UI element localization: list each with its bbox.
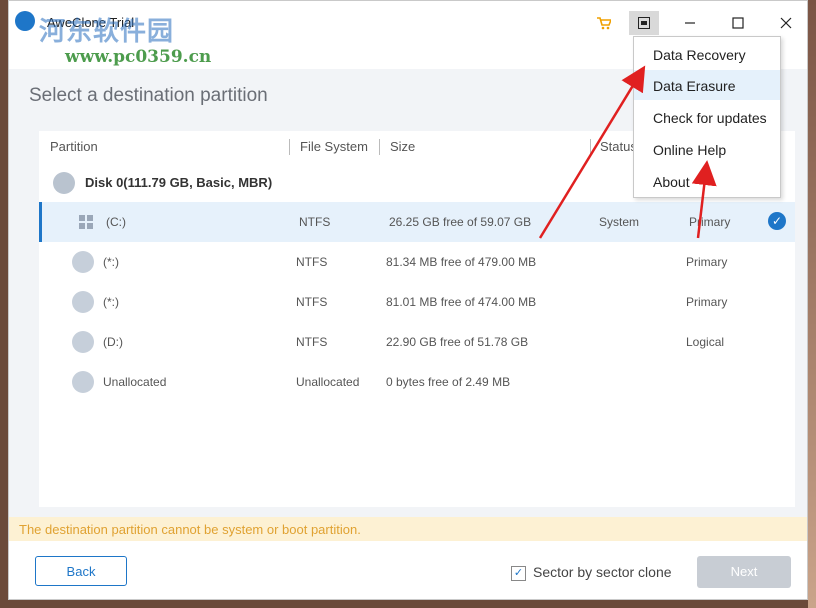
warning-bar: The destination partition cannot be syst…	[9, 517, 807, 541]
column-separator	[289, 139, 290, 155]
sector-clone-checkbox[interactable]: ✓	[511, 566, 526, 581]
sector-clone-label[interactable]: Sector by sector clone	[533, 564, 672, 580]
next-button[interactable]: Next	[697, 556, 791, 588]
partition-name: (D:)	[103, 335, 123, 349]
partition-type: Primary	[689, 215, 731, 229]
menu-item-label: Data Erasure	[653, 78, 736, 94]
column-header-partition: Partition	[50, 139, 98, 154]
windows-icon	[75, 211, 97, 233]
partition-file-system: NTFS	[296, 295, 328, 309]
partition-size: 0 bytes free of 2.49 MB	[386, 375, 511, 389]
partition-icon	[72, 291, 94, 313]
app-logo-icon	[15, 11, 35, 31]
partition-icon	[72, 331, 94, 353]
menu-icon[interactable]	[629, 11, 659, 35]
close-icon[interactable]	[771, 11, 801, 35]
page-title: Select a destination partition	[29, 85, 268, 106]
menu-item-label: Data Recovery	[653, 47, 746, 63]
back-button[interactable]: Back	[35, 556, 127, 586]
table-row[interactable]: (*:) NTFS 81.34 MB free of 479.00 MB Pri…	[39, 242, 795, 282]
menu-item-label: About	[653, 174, 690, 190]
watermark-text: 河东软件园	[39, 17, 175, 47]
watermark-url: www.pc0359.cn	[65, 47, 212, 67]
partition-type: Primary	[686, 295, 728, 309]
column-separator	[379, 139, 380, 155]
cart-icon[interactable]	[589, 11, 619, 35]
table-row[interactable]: (*:) NTFS 81.01 MB free of 474.00 MB Pri…	[39, 282, 795, 322]
column-header-file-system: File System	[300, 139, 368, 154]
partition-type: Primary	[686, 255, 728, 269]
partition-size: 81.34 MB free of 479.00 MB	[386, 255, 537, 269]
partition-name: (*:)	[103, 255, 119, 269]
partition-file-system: NTFS	[296, 255, 328, 269]
partition-size: 81.01 MB free of 474.00 MB	[386, 295, 537, 309]
options-menu: Data Recovery Data Erasure Check for upd…	[633, 36, 781, 198]
partition-file-system: NTFS	[296, 335, 328, 349]
table-row[interactable]: Unallocated Unallocated 0 bytes free of …	[39, 362, 795, 402]
table-row[interactable]: (D:) NTFS 22.90 GB free of 51.78 GB Logi…	[39, 322, 795, 362]
partition-file-system: NTFS	[299, 215, 331, 229]
column-separator	[590, 139, 591, 155]
partition-size: 26.25 GB free of 59.07 GB	[389, 215, 532, 229]
partition-name: (*:)	[103, 295, 119, 309]
minimize-icon[interactable]	[675, 11, 705, 35]
warning-text: The destination partition cannot be syst…	[19, 522, 361, 537]
partition-file-system: Unallocated	[296, 375, 360, 389]
partition-status: System	[599, 215, 640, 229]
partition-name: Unallocated	[103, 375, 167, 389]
partition-icon	[72, 371, 94, 393]
partition-name: (C:)	[106, 215, 126, 229]
partition-size: 22.90 GB free of 51.78 GB	[386, 335, 529, 349]
partition-icon	[72, 251, 94, 273]
menu-item-data-recovery[interactable]: Data Recovery	[634, 39, 780, 69]
disk-icon	[53, 172, 75, 194]
column-header-size: Size	[390, 139, 416, 154]
table-row[interactable]: (C:) NTFS 26.25 GB free of 59.07 GB Syst…	[39, 202, 795, 242]
menu-item-about[interactable]: About	[634, 166, 780, 196]
menu-item-label: Check for updates	[653, 110, 767, 126]
menu-item-check-updates[interactable]: Check for updates	[634, 102, 780, 132]
maximize-icon[interactable]	[723, 11, 753, 35]
partition-type: Logical	[686, 335, 725, 349]
menu-item-online-help[interactable]: Online Help	[634, 134, 780, 164]
column-header-status: Status	[600, 139, 637, 154]
selected-check-icon: ✓	[768, 212, 786, 230]
disk-label: Disk 0(111.79 GB, Basic, MBR)	[85, 175, 273, 190]
desktop-background	[808, 0, 816, 608]
menu-item-data-erasure[interactable]: Data Erasure	[634, 70, 780, 100]
menu-item-label: Online Help	[653, 142, 727, 158]
